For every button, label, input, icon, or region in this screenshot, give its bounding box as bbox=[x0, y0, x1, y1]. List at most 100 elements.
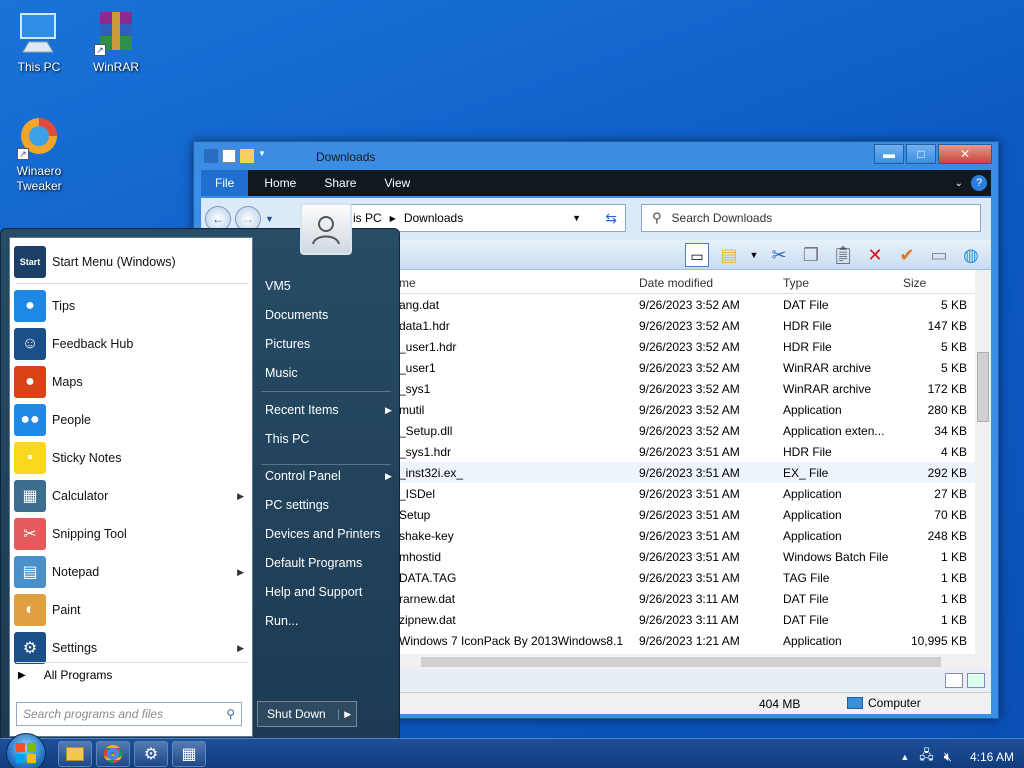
places-item-control-panel[interactable]: Control Panel ▶ bbox=[265, 469, 392, 483]
places-item-run[interactable]: Run... bbox=[265, 614, 298, 628]
desktop-icon-winaero-tweaker[interactable]: ↗ Winaero Tweaker bbox=[4, 112, 74, 194]
start-item-snipping-tool[interactable]: ✂ Snipping Tool bbox=[14, 516, 250, 552]
close-button[interactable]: ✕ bbox=[938, 144, 992, 164]
minimize-button[interactable]: ▬ bbox=[874, 144, 904, 164]
user-avatar[interactable] bbox=[300, 203, 352, 255]
start-item-calculator[interactable]: ▦ Calculator ▶ bbox=[14, 478, 250, 514]
volume-muted-icon[interactable]: 🔇︎ bbox=[944, 749, 952, 765]
taskbar-calculator[interactable]: ▦ bbox=[172, 741, 206, 767]
breadcrumb-this-pc[interactable]: is PC bbox=[353, 211, 382, 225]
start-item-maps[interactable]: ● Maps bbox=[14, 364, 250, 400]
breadcrumb-downloads[interactable]: Downloads bbox=[404, 211, 463, 225]
file-date: 9/26/2023 3:51 AM bbox=[639, 508, 740, 522]
file-type: Application bbox=[783, 508, 842, 522]
address-dropdown-icon[interactable]: ▼ bbox=[572, 213, 581, 223]
places-item-label: VM5 bbox=[265, 279, 291, 293]
tab-home[interactable]: Home bbox=[250, 170, 310, 196]
paste-icon[interactable]: 📋︎ bbox=[831, 243, 855, 267]
feedback-hub-icon: ☺ bbox=[14, 328, 46, 360]
column-header-date[interactable]: Date modified bbox=[639, 276, 713, 290]
places-item-default-programs[interactable]: Default Programs bbox=[265, 556, 362, 570]
show-hidden-icons-icon[interactable]: ▲ bbox=[900, 752, 909, 762]
clock[interactable]: 4:16 AM bbox=[970, 750, 1014, 764]
desktop-icon-label: This PC bbox=[17, 60, 61, 74]
window-title: Downloads bbox=[316, 150, 376, 164]
chevron-down-icon[interactable]: ⌄ bbox=[955, 178, 963, 189]
places-item-help-and-support[interactable]: Help and Support bbox=[265, 585, 362, 599]
shutdown-options-icon[interactable]: ▶ bbox=[338, 708, 356, 720]
start-search-input[interactable]: Search programs and files ⚲ bbox=[16, 702, 242, 726]
help-icon[interactable]: ? bbox=[971, 175, 987, 191]
tab-file[interactable]: File bbox=[201, 170, 249, 196]
start-button[interactable] bbox=[6, 733, 46, 768]
cut-icon[interactable]: ✂ bbox=[767, 243, 791, 267]
rename-icon[interactable]: ▭ bbox=[927, 243, 951, 267]
check-icon[interactable]: ✔ bbox=[895, 243, 919, 267]
places-item-label: Run... bbox=[265, 614, 299, 628]
places-item-devices-and-printers[interactable]: Devices and Printers bbox=[265, 527, 380, 541]
start-item-paint[interactable]: ◐ Paint bbox=[14, 592, 250, 628]
file-type: WinRAR archive bbox=[783, 382, 872, 396]
file-size: 292 KB bbox=[927, 466, 967, 480]
search-input[interactable]: ⚲ Search Downloads bbox=[641, 204, 981, 232]
file-date: 9/26/2023 3:52 AM bbox=[639, 298, 740, 312]
chevron-down-icon[interactable]: ▼ bbox=[258, 149, 272, 163]
file-name: mutil bbox=[399, 403, 425, 417]
start-item-settings[interactable]: ⚙ Settings ▶ bbox=[14, 630, 250, 666]
start-item-notepad[interactable]: ▤ Notepad ▶ bbox=[14, 554, 250, 590]
places-item-documents[interactable]: Documents bbox=[265, 308, 328, 322]
explorer-icon[interactable] bbox=[204, 149, 218, 163]
taskbar-settings[interactable]: ⚙ bbox=[134, 741, 168, 767]
desktop-icon-label: WinRAR bbox=[92, 60, 139, 74]
places-item-pictures[interactable]: Pictures bbox=[265, 337, 310, 351]
start-item-tips[interactable]: ● Tips bbox=[14, 288, 250, 324]
view-toggle-icon[interactable] bbox=[945, 673, 963, 688]
network-icon[interactable]: 🖧︎ bbox=[919, 746, 934, 768]
start-item-label: Snipping Tool bbox=[52, 527, 127, 541]
vertical-scrollbar[interactable] bbox=[975, 270, 991, 670]
properties-icon[interactable] bbox=[222, 149, 236, 163]
tab-share[interactable]: Share bbox=[310, 170, 370, 196]
view-toggle-icon[interactable] bbox=[967, 673, 985, 688]
copy-icon[interactable]: ❐ bbox=[799, 243, 823, 267]
desktop-icon-this-pc[interactable]: This PC bbox=[4, 8, 74, 75]
recent-locations-icon[interactable]: ▼ bbox=[265, 214, 274, 224]
desktop-icon-winrar[interactable]: ↗ WinRAR bbox=[81, 8, 151, 75]
start-item-people[interactable]: ●● People bbox=[14, 402, 250, 438]
file-name: Windows 7 IconPack By 2013Windows8.1 bbox=[399, 634, 624, 648]
places-item-this-pc[interactable]: This PC bbox=[265, 432, 309, 446]
column-header-type[interactable]: Type bbox=[783, 276, 809, 290]
taskbar-chrome[interactable] bbox=[96, 741, 130, 767]
taskbar-file-explorer[interactable] bbox=[58, 741, 92, 767]
places-item-vm5[interactable]: VM5 bbox=[265, 279, 291, 293]
tips-icon: ● bbox=[14, 290, 46, 322]
network-icon[interactable]: ◍ bbox=[959, 243, 983, 267]
all-programs-button[interactable]: ▶ All Programs bbox=[18, 668, 112, 682]
file-date: 9/26/2023 3:51 AM bbox=[639, 529, 740, 543]
places-item-music[interactable]: Music bbox=[265, 366, 298, 380]
title-bar[interactable]: ▼ Downloads ▬ □ ✕ bbox=[194, 142, 998, 170]
refresh-icon[interactable]: ⇆ bbox=[605, 210, 617, 227]
start-item-sticky-notes[interactable]: ▪ Sticky Notes bbox=[14, 440, 250, 476]
shutdown-button[interactable]: Shut Down ▶ bbox=[257, 701, 357, 727]
preview-pane-icon[interactable]: ▭ bbox=[685, 243, 709, 267]
maximize-button[interactable]: □ bbox=[906, 144, 936, 164]
tab-view[interactable]: View bbox=[370, 170, 424, 196]
file-name: _sys1 bbox=[399, 382, 431, 396]
places-item-recent-items[interactable]: Recent Items ▶ bbox=[265, 403, 392, 417]
scrollbar-thumb[interactable] bbox=[977, 352, 989, 422]
file-size: 147 KB bbox=[927, 319, 967, 333]
chevron-down-icon[interactable]: ▼ bbox=[749, 243, 759, 267]
file-size: 34 KB bbox=[934, 424, 967, 438]
layout-icon[interactable]: ▤ bbox=[717, 243, 741, 267]
places-item-pc-settings[interactable]: PC settings bbox=[265, 498, 329, 512]
column-header-name[interactable]: me bbox=[399, 276, 416, 290]
delete-icon[interactable]: ✕ bbox=[863, 243, 887, 267]
new-folder-icon[interactable] bbox=[240, 149, 254, 163]
file-name: rarnew.dat bbox=[399, 592, 456, 606]
start-item-feedback-hub[interactable]: ☺ Feedback Hub bbox=[14, 326, 250, 362]
column-header-size[interactable]: Size bbox=[903, 276, 926, 290]
file-date: 9/26/2023 3:52 AM bbox=[639, 424, 740, 438]
start-item-start-menu[interactable]: Start Start Menu (Windows) bbox=[14, 244, 250, 280]
scrollbar-thumb[interactable] bbox=[421, 657, 941, 667]
